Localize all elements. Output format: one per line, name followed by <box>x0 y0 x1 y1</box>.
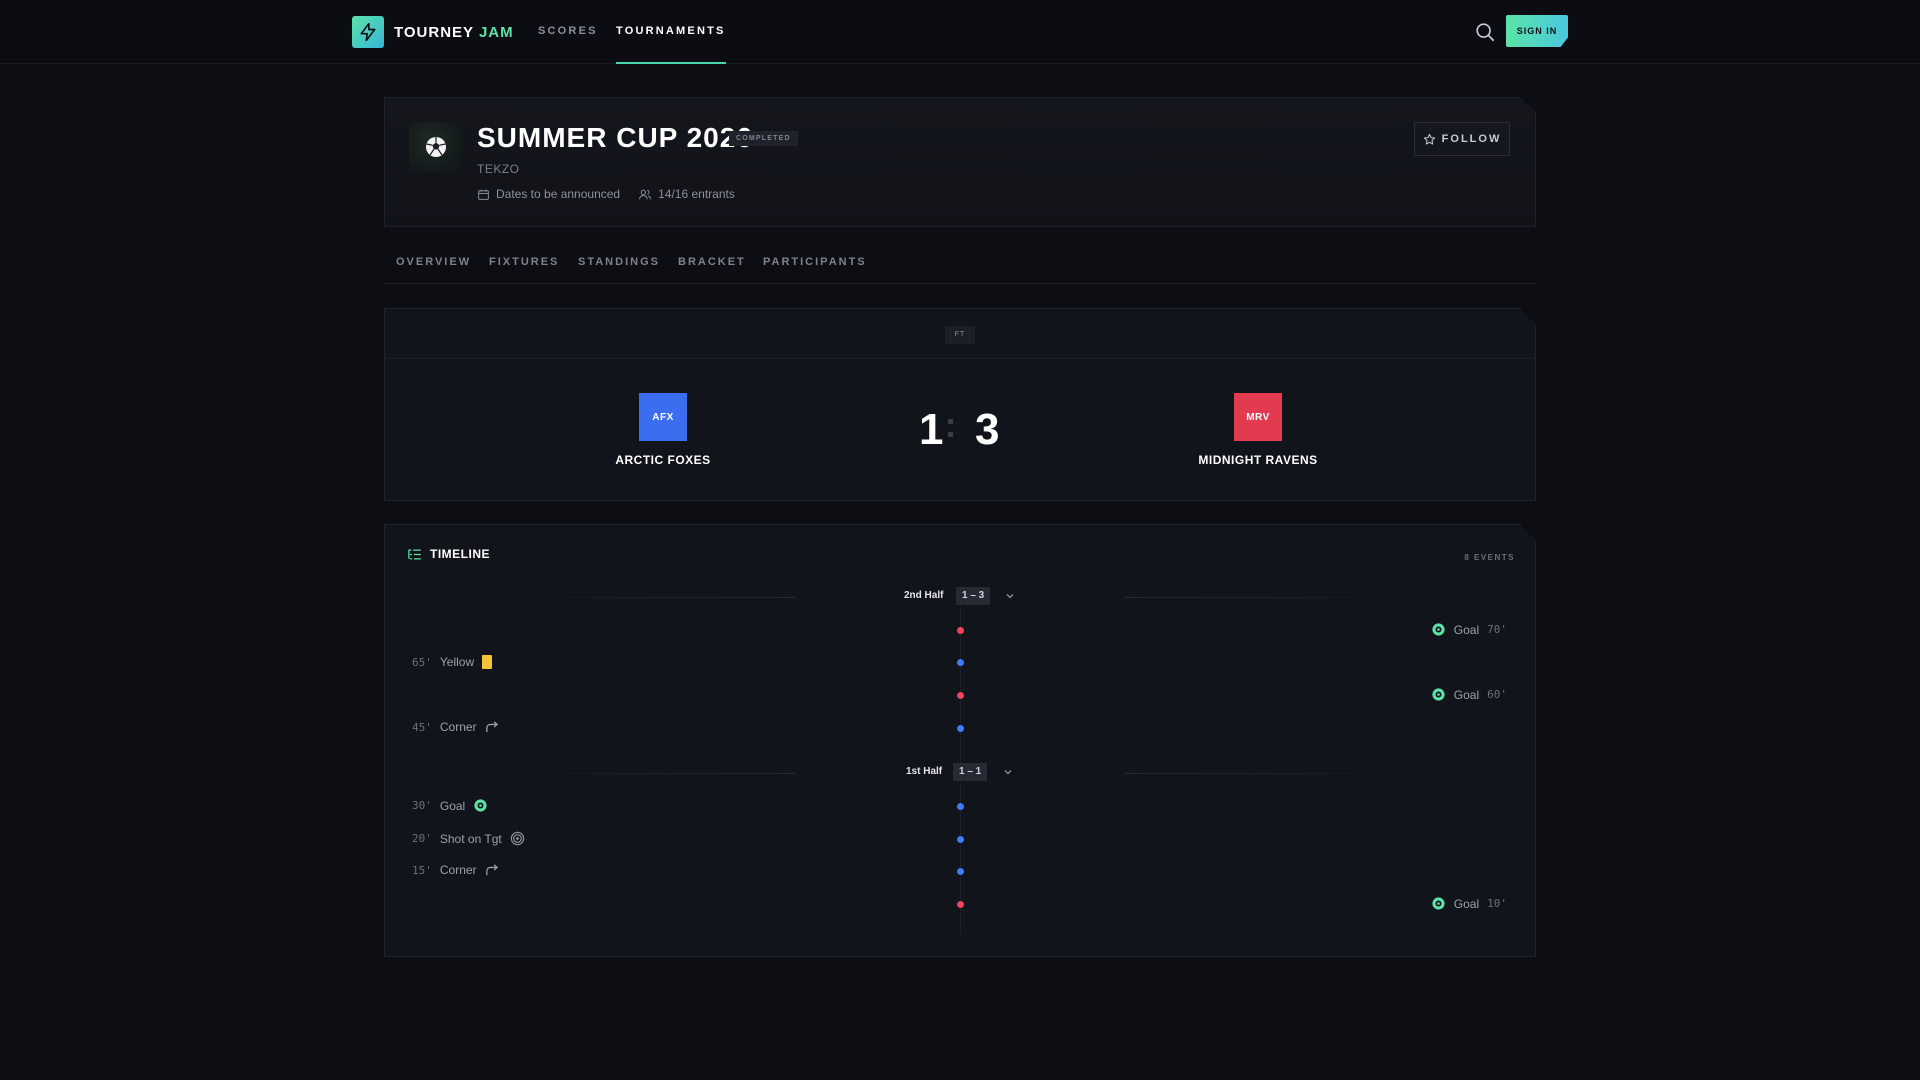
follow-button[interactable]: FOLLOW <box>1414 122 1510 156</box>
timeline-dot-home <box>957 868 964 875</box>
timeline-card: TIMELINE 8 EVENTS 2nd Half 1 – 3 Goal 70… <box>384 524 1536 957</box>
half-label: 1st Half <box>906 766 943 777</box>
entrants-item: 14/16 entrants <box>638 187 735 201</box>
match-status-bar: FT <box>385 309 1535 359</box>
event-minute: 65' <box>412 655 432 669</box>
sign-in-button[interactable]: SIGN IN <box>1506 15 1568 47</box>
goal-icon <box>1432 623 1445 636</box>
match-card: FT AFX ARCTIC FOXES 1 3 MRV MIDNIGHT RAV… <box>384 308 1536 501</box>
away-team-name: MIDNIGHT RAVENS <box>1198 453 1318 467</box>
event-minute: 15' <box>412 863 432 877</box>
entrants-text: 14/16 entrants <box>658 187 735 201</box>
tournament-header: SUMMER CUP 2026 COMPLETED TEKZO Dates to… <box>384 97 1536 227</box>
search-icon[interactable] <box>1474 21 1496 43</box>
event-home-corner-45[interactable]: 45' Corner <box>412 720 499 734</box>
event-away-goal-10[interactable]: Goal 10' <box>1431 896 1507 911</box>
event-home-goal-30[interactable]: 30' Goal <box>412 798 488 813</box>
calendar-icon <box>478 189 489 200</box>
logo-word-primary: TOURNEY <box>394 23 474 41</box>
event-label: Corner <box>439 720 477 734</box>
goal-icon <box>1432 897 1445 910</box>
tab-fixtures[interactable]: FIXTURES <box>489 256 559 268</box>
timeline-dot-away <box>957 627 964 634</box>
home-score: 1 <box>919 405 944 454</box>
star-icon <box>1423 133 1435 145</box>
status-badge: COMPLETED <box>729 131 798 146</box>
logo-word-accent: JAM <box>478 23 514 41</box>
tournament-tabs: OVERVIEW FIXTURES STANDINGS BRACKET PART… <box>384 250 1536 284</box>
away-team-logo: MRV <box>1234 393 1282 441</box>
event-label: Corner <box>439 863 477 877</box>
corner-icon <box>485 864 498 876</box>
tab-participants[interactable]: PARTICIPANTS <box>763 256 867 268</box>
tab-standings[interactable]: STANDINGS <box>578 256 660 268</box>
tournament-meta: Dates to be announced 14/16 entrants <box>477 187 735 201</box>
top-navigation: TOURNEY JAM SCORES TOURNAMENTS SIGN IN <box>0 0 1920 64</box>
event-label: Goal <box>1453 622 1480 637</box>
timeline-dot-home <box>957 659 964 666</box>
dates-item: Dates to be announced <box>477 187 620 201</box>
event-minute: 45' <box>412 720 432 734</box>
half-score: 1 – 3 <box>956 587 991 605</box>
nav-link-scores[interactable]: SCORES <box>538 0 598 64</box>
event-minute: 20' <box>412 832 432 845</box>
event-label: Goal <box>439 798 466 813</box>
away-team[interactable]: MRV MIDNIGHT RAVENS <box>1158 393 1358 467</box>
event-label: Shot on Tgt <box>439 831 502 846</box>
dates-text: Dates to be announced <box>496 187 621 201</box>
event-home-yellow-65[interactable]: 65' Yellow <box>412 655 493 669</box>
event-label: Goal <box>1453 896 1480 911</box>
event-home-corner-15[interactable]: 15' Corner <box>412 863 499 877</box>
tab-overview[interactable]: OVERVIEW <box>396 256 471 268</box>
event-minute: 60' <box>1487 688 1507 701</box>
soccer-ball-icon <box>409 122 463 172</box>
event-count: 8 EVENTS <box>1464 553 1515 562</box>
half-score: 1 – 1 <box>953 763 988 781</box>
tab-bracket[interactable]: BRACKET <box>678 256 746 268</box>
event-away-goal-70[interactable]: Goal 70' <box>1431 622 1507 637</box>
event-minute: 30' <box>412 799 432 812</box>
follow-label: FOLLOW <box>1441 133 1502 145</box>
logo-text: TOURNEY JAM <box>394 24 514 41</box>
timeline-dot-away <box>957 901 964 908</box>
goal-icon <box>474 799 487 812</box>
chevron-down-icon <box>1004 770 1012 775</box>
event-minute: 10' <box>1487 897 1507 910</box>
users-icon <box>639 189 652 199</box>
target-icon <box>510 831 524 846</box>
second-half-divider[interactable]: 2nd Half 1 – 3 <box>385 587 1535 607</box>
timeline-header: TIMELINE <box>407 547 490 561</box>
event-label: Yellow <box>439 655 475 669</box>
home-team-name: ARCTIC FOXES <box>615 453 711 467</box>
logo[interactable]: TOURNEY JAM <box>352 16 514 48</box>
chevron-down-icon <box>1006 594 1014 599</box>
list-icon <box>408 549 421 559</box>
half-label: 2nd Half <box>904 590 944 601</box>
event-away-goal-60[interactable]: Goal 60' <box>1431 687 1507 702</box>
timeline-dot-home <box>957 803 964 810</box>
event-home-shot-20[interactable]: 20' Shot on Tgt <box>412 831 525 846</box>
timeline-dot-away <box>957 692 964 699</box>
timeline-dot-home <box>957 725 964 732</box>
match-status-pill: FT <box>945 326 975 344</box>
home-team[interactable]: AFX ARCTIC FOXES <box>563 393 763 467</box>
nav-link-tournaments[interactable]: TOURNAMENTS <box>616 0 726 64</box>
first-half-divider[interactable]: 1st Half 1 – 1 <box>385 763 1535 783</box>
event-label: Goal <box>1453 687 1480 702</box>
goal-icon <box>1432 688 1445 701</box>
organizer-name[interactable]: TEKZO <box>477 162 520 176</box>
tournament-title: SUMMER CUP 2026 <box>477 122 753 153</box>
timeline-dot-home <box>957 836 964 843</box>
home-team-logo: AFX <box>639 393 687 441</box>
score-separator <box>948 419 954 443</box>
lightning-icon <box>352 16 384 48</box>
away-score: 3 <box>975 405 1000 454</box>
timeline-title: TIMELINE <box>430 547 490 561</box>
event-minute: 70' <box>1487 623 1507 636</box>
yellow-card-icon <box>482 655 493 669</box>
corner-icon <box>485 721 498 733</box>
